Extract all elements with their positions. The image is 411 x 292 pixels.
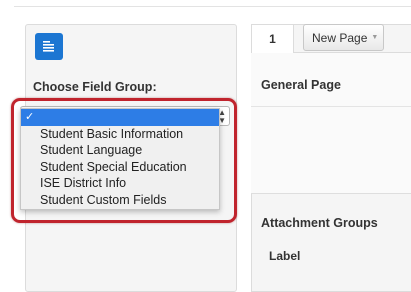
- tab-page-1[interactable]: 1: [251, 24, 294, 53]
- general-page-title: General Page: [261, 78, 341, 92]
- menu-button[interactable]: [35, 33, 63, 60]
- tab-divider: [294, 52, 411, 53]
- caret-down-icon: ▼: [371, 34, 379, 41]
- label-column-header: Label: [269, 249, 301, 263]
- attachment-groups-title: Attachment Groups: [261, 216, 378, 230]
- dropdown-option-student-language[interactable]: Student Language: [21, 142, 219, 159]
- field-group-label: Choose Field Group:: [33, 80, 157, 94]
- general-page-section: [251, 53, 411, 193]
- new-page-button-label: New Page: [312, 30, 368, 45]
- frame-top-border: [14, 6, 411, 7]
- dropdown-option-blank[interactable]: ✓: [21, 109, 219, 126]
- dropdown-option-student-custom-fields[interactable]: Student Custom Fields: [21, 192, 219, 209]
- divider: [251, 106, 411, 107]
- hamburger-menu-icon: [43, 41, 54, 52]
- dropdown-option-student-basic-information[interactable]: Student Basic Information: [21, 126, 219, 143]
- dropdown-option-ise-district-info[interactable]: ISE District Info: [21, 175, 219, 192]
- dropdown-option-student-special-education[interactable]: Student Special Education: [21, 159, 219, 176]
- divider: [251, 193, 411, 194]
- field-group-dropdown: ✓ Student Basic Information Student Lang…: [20, 108, 220, 210]
- new-page-button[interactable]: New Page ▼: [303, 24, 384, 51]
